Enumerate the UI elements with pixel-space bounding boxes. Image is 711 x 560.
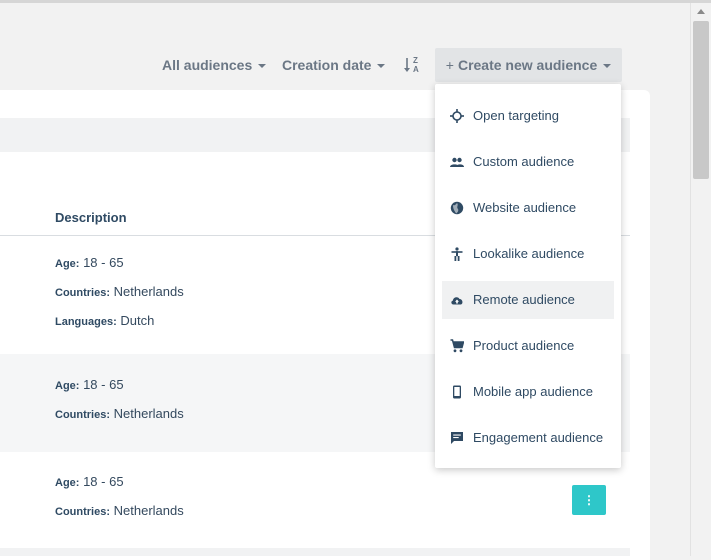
age-value: 18 - 65: [83, 474, 124, 489]
languages-key: Languages:: [55, 316, 117, 328]
sort-a-label: A: [413, 65, 419, 74]
people-icon: [450, 157, 464, 167]
age-line: Age: 18 - 65: [55, 377, 124, 392]
menu-item-custom-audience[interactable]: Custom audience: [442, 143, 614, 181]
scrollbar-thumb[interactable]: [693, 21, 709, 179]
menu-item-label: Product audience: [473, 338, 575, 353]
all-audiences-dropdown[interactable]: All audiences: [162, 48, 267, 82]
menu-item-website-audience[interactable]: Website audience: [442, 189, 614, 227]
age-key: Age:: [55, 380, 80, 392]
globe-icon: [450, 201, 464, 215]
menu-item-engagement-audience[interactable]: Engagement audience: [442, 419, 614, 457]
languages-line: Languages: Dutch: [55, 313, 154, 328]
crosshair-icon: [450, 109, 464, 123]
row-actions-button[interactable]: ⋮: [572, 485, 606, 515]
menu-item-label: Engagement audience: [473, 430, 604, 445]
cloud-upload-icon: [451, 297, 463, 305]
chevron-down-icon: [258, 64, 267, 69]
menu-item-remote-audience[interactable]: Remote audience: [442, 281, 614, 319]
menu-item-label: Remote audience: [473, 292, 575, 307]
menu-item-label: Mobile app audience: [473, 384, 593, 399]
scroll-up-arrow-icon[interactable]: [697, 9, 705, 14]
menu-item-open-targeting[interactable]: Open targeting: [442, 97, 614, 135]
table-footer-band: [0, 548, 630, 556]
window-top-border: [0, 0, 711, 3]
countries-line: Countries: Netherlands: [55, 503, 184, 518]
countries-value: Netherlands: [113, 406, 184, 421]
countries-line: Countries: Netherlands: [55, 284, 184, 299]
chevron-down-icon: [603, 64, 612, 69]
countries-key: Countries:: [55, 287, 110, 299]
countries-value: Netherlands: [113, 284, 184, 299]
countries-line: Countries: Netherlands: [55, 406, 184, 421]
countries-value: Netherlands: [113, 503, 184, 518]
languages-value: Dutch: [120, 313, 155, 328]
age-line: Age: 18 - 65: [55, 474, 124, 489]
sort-arrow-icon: [404, 58, 410, 72]
create-audience-menu: Open targeting Custom audience Website a…: [435, 84, 621, 468]
creation-date-dropdown[interactable]: Creation date: [282, 48, 386, 82]
more-vertical-icon: ⋮: [583, 493, 595, 507]
age-value: 18 - 65: [83, 255, 124, 270]
comment-icon: [451, 432, 463, 444]
countries-key: Countries:: [55, 506, 110, 518]
accessibility-icon: [451, 247, 463, 261]
all-audiences-label: All audiences: [162, 57, 253, 73]
create-new-audience-button[interactable]: + Create new audience: [435, 48, 622, 82]
create-new-audience-label: Create new audience: [457, 57, 598, 73]
menu-item-mobile-app-audience[interactable]: Mobile app audience: [442, 373, 614, 411]
plus-icon: +: [445, 57, 454, 73]
menu-item-label: Open targeting: [473, 108, 560, 123]
chevron-down-icon: [377, 64, 386, 69]
age-key: Age:: [55, 477, 80, 489]
menu-item-label: Website audience: [473, 200, 577, 215]
menu-item-label: Custom audience: [473, 154, 575, 169]
toolbar: All audiences Creation date Z A + Create …: [0, 48, 690, 82]
menu-item-lookalike-audience[interactable]: Lookalike audience: [442, 235, 614, 273]
phone-icon: [453, 385, 461, 399]
age-value: 18 - 65: [83, 377, 124, 392]
countries-key: Countries:: [55, 409, 110, 421]
age-line: Age: 18 - 65: [55, 255, 124, 270]
menu-item-label: Lookalike audience: [473, 246, 585, 261]
cart-icon: [450, 339, 464, 353]
description-column-header: Description: [55, 210, 127, 225]
creation-date-label: Creation date: [282, 57, 372, 73]
vertical-scrollbar[interactable]: [690, 3, 711, 556]
age-key: Age:: [55, 258, 80, 270]
menu-item-product-audience[interactable]: Product audience: [442, 327, 614, 365]
